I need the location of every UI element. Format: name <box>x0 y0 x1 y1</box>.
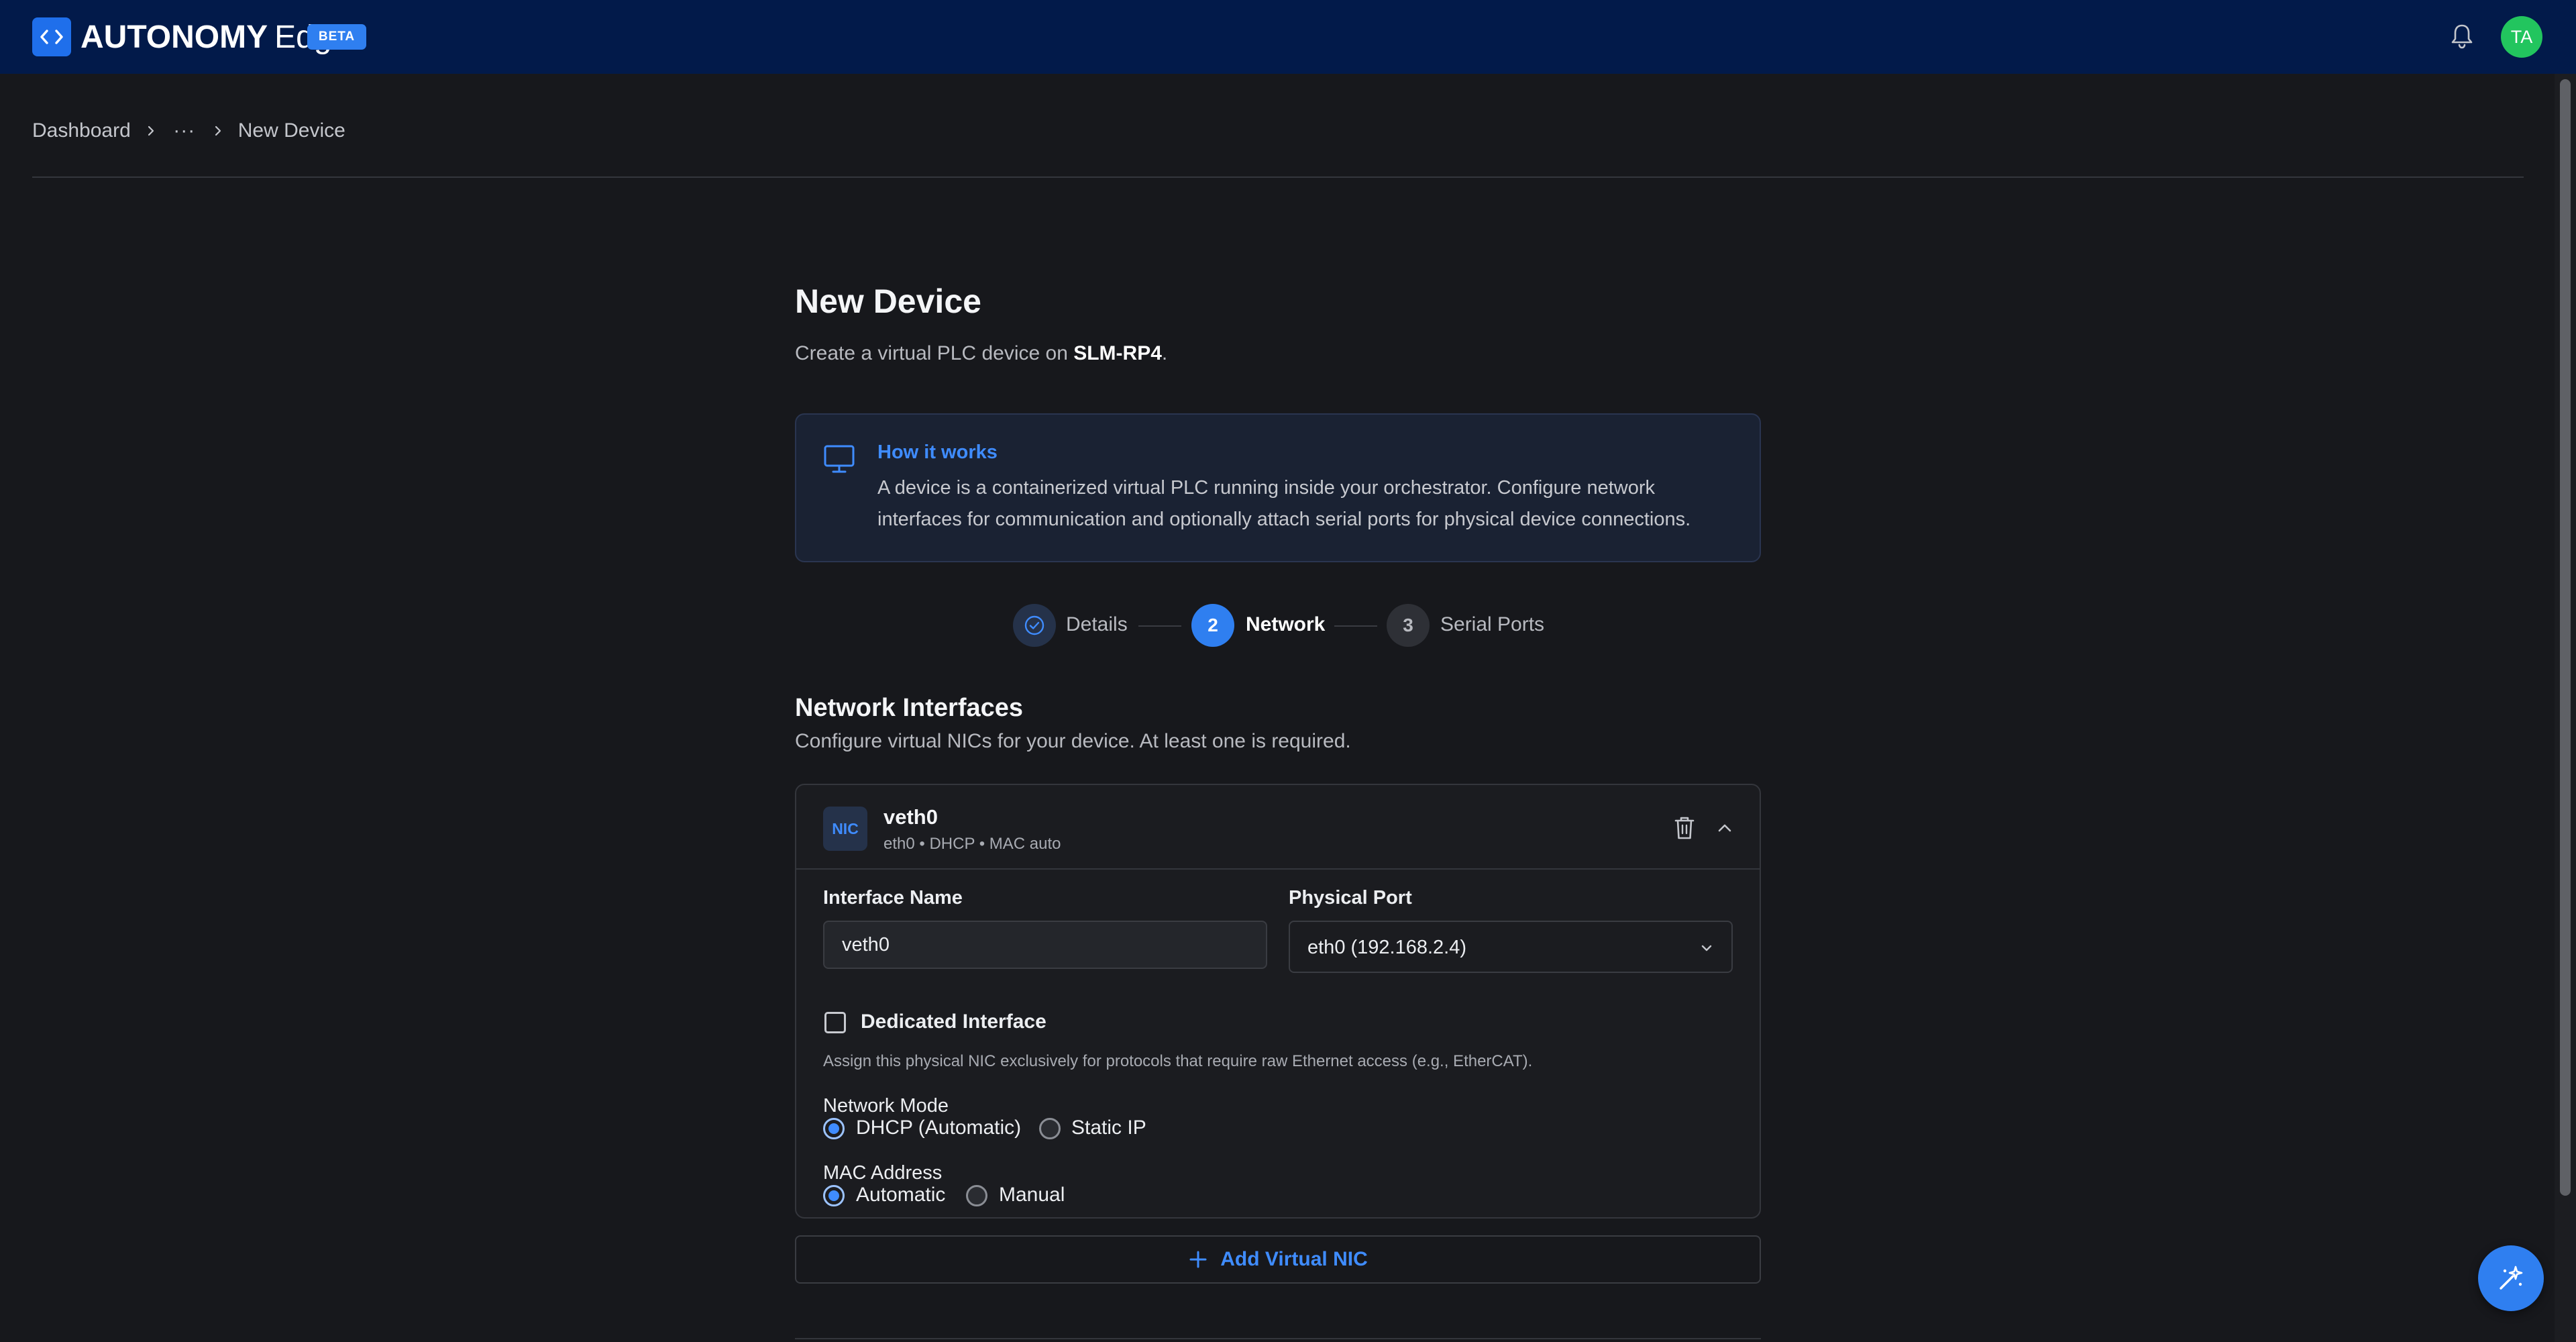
top-header: AUTONOMY Edge BETA TA <box>0 0 2576 74</box>
mac-manual-radio[interactable] <box>966 1185 987 1206</box>
step-serial-label[interactable]: Serial Ports <box>1440 613 1544 636</box>
notifications-button[interactable] <box>2447 20 2477 52</box>
network-mode-static-label[interactable]: Static IP <box>1071 1117 1146 1139</box>
network-section-title: Network Interfaces <box>795 694 1024 722</box>
physical-port-label: Physical Port <box>1289 887 1412 909</box>
nic-card-header[interactable]: NIC veth0 eth0 • DHCP • MAC auto <box>796 785 1760 870</box>
wizard-stepper: Details 2 Network 3 Serial Ports <box>795 604 1761 651</box>
user-avatar[interactable]: TA <box>2501 16 2542 58</box>
step-connector <box>1334 625 1377 627</box>
dedicated-interface-checkbox[interactable] <box>824 1012 846 1033</box>
physical-port-select[interactable]: eth0 (192.168.2.4) <box>1289 921 1733 973</box>
network-mode-dhcp-label[interactable]: DHCP (Automatic) <box>856 1117 1021 1139</box>
beta-badge: BETA <box>307 24 366 50</box>
network-mode-static-radio[interactable] <box>1039 1118 1061 1139</box>
info-text: A device is a containerized virtual PLC … <box>877 477 1691 530</box>
breadcrumb-more[interactable]: ··· <box>171 119 198 142</box>
subtitle-suffix: . <box>1161 342 1168 364</box>
interface-name-input[interactable] <box>823 921 1267 969</box>
section-divider <box>795 1338 1761 1339</box>
page-title: New Device <box>795 282 981 320</box>
assistant-fab-button[interactable] <box>2478 1245 2544 1311</box>
breadcrumb: Dashboard ··· New Device <box>32 117 345 145</box>
network-mode-label: Network Mode <box>823 1095 949 1117</box>
add-virtual-nic-button[interactable]: Add Virtual NIC <box>795 1235 1761 1284</box>
breadcrumb-dashboard[interactable]: Dashboard <box>32 119 131 142</box>
brand-strong: AUTONOMY <box>80 19 268 55</box>
physical-port-value: eth0 (192.168.2.4) <box>1307 937 1467 958</box>
code-brackets-icon <box>40 30 63 44</box>
breadcrumb-current: New Device <box>237 119 345 142</box>
step-details-circle[interactable] <box>1013 604 1056 647</box>
bell-icon <box>2451 24 2473 49</box>
mac-address-label: MAC Address <box>823 1162 943 1184</box>
subtitle-prefix: Create a virtual PLC device on <box>795 342 1074 364</box>
scrollbar-thumb[interactable] <box>2560 79 2571 1196</box>
add-virtual-nic-label: Add Virtual NIC <box>1220 1248 1368 1270</box>
mac-manual-label[interactable]: Manual <box>999 1184 1065 1206</box>
sparkle-wand-icon <box>2500 1266 2523 1290</box>
mac-automatic-radio[interactable] <box>823 1185 845 1206</box>
breadcrumb-divider <box>32 176 2524 178</box>
subtitle-device: SLM-RP4 <box>1073 342 1162 364</box>
chevron-right-icon <box>198 125 238 137</box>
step-details-label[interactable]: Details <box>1066 613 1128 636</box>
nic-card: NIC veth0 eth0 • DHCP • MAC auto Interfa… <box>795 784 1761 1219</box>
network-mode-dhcp-radio[interactable] <box>823 1118 845 1139</box>
nic-meta: eth0 • DHCP • MAC auto <box>883 835 1061 853</box>
monitor-icon <box>824 445 855 473</box>
logo-icon[interactable] <box>32 17 71 56</box>
step-network-label[interactable]: Network <box>1246 613 1325 636</box>
network-section-subtitle: Configure virtual NICs for your device. … <box>795 730 1351 752</box>
chevron-right-icon <box>131 125 171 137</box>
step-connector <box>1138 625 1181 627</box>
chevron-down-icon <box>1701 945 1712 951</box>
plus-icon <box>1188 1249 1208 1270</box>
interface-name-label: Interface Name <box>823 887 963 909</box>
chevron-up-icon[interactable] <box>1714 817 1735 839</box>
dedicated-interface-label[interactable]: Dedicated Interface <box>861 1011 1046 1033</box>
how-it-works-panel: How it works A device is a containerized… <box>795 413 1761 562</box>
mac-automatic-label[interactable]: Automatic <box>856 1184 945 1206</box>
info-title: How it works <box>877 442 998 463</box>
step-serial-circle[interactable]: 3 <box>1387 604 1430 647</box>
step-network-circle[interactable]: 2 <box>1191 604 1234 647</box>
nic-name: veth0 <box>883 805 938 829</box>
nic-badge: NIC <box>823 807 867 851</box>
page-subtitle: Create a virtual PLC device on SLM-RP4. <box>795 342 1167 365</box>
trash-icon[interactable] <box>1672 815 1697 841</box>
dedicated-interface-help: Assign this physical NIC exclusively for… <box>823 1052 1533 1070</box>
check-circle-icon <box>1024 615 1044 635</box>
